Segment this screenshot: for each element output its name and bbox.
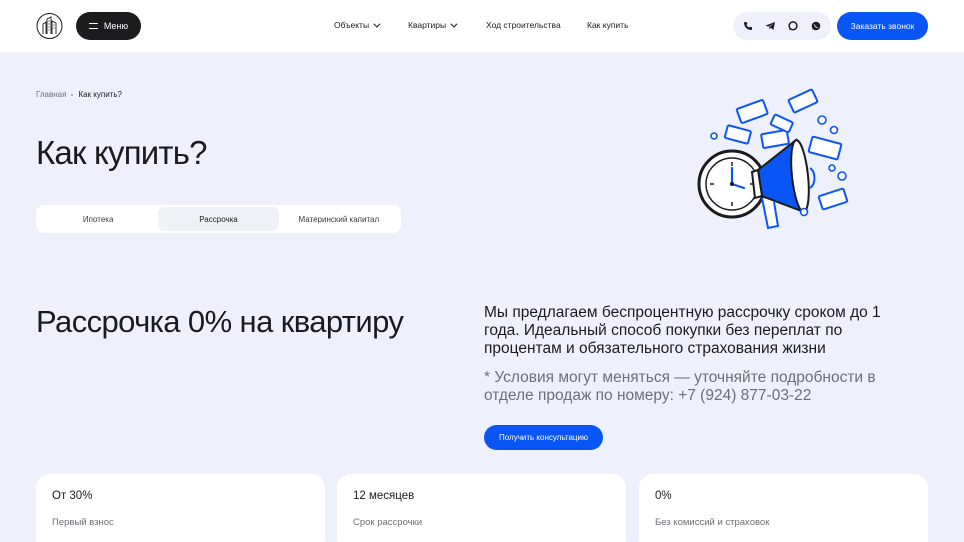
card-label: Без комиссий и страховок — [655, 517, 770, 528]
card-label: Срок рассрочки — [353, 517, 423, 528]
breadcrumb-home[interactable]: Главная — [36, 90, 66, 99]
page-title: Как купить? — [36, 134, 207, 171]
burger-icon — [88, 23, 98, 29]
section-lead: Мы предлагаем беспроцентную рассрочку ср… — [484, 304, 881, 357]
breadcrumb-current: Как купить? — [78, 90, 122, 99]
nav-how-to-buy[interactable]: Как купить — [587, 20, 629, 30]
contact-buttons — [733, 12, 831, 40]
site-header: Меню Объекты Квартиры Ход строительства … — [0, 0, 964, 52]
nav-construction-label: Ход строительства — [486, 20, 561, 30]
card-value: 12 месяцев — [353, 490, 415, 502]
menu-label: Меню — [103, 21, 129, 31]
installment-illustration — [697, 88, 849, 230]
card-value: От 30% — [52, 490, 93, 502]
info-card-down-payment: От 30% Первый взнос — [36, 474, 325, 542]
nav-objects-label: Объекты — [334, 20, 370, 30]
purchase-method-tabs: Ипотека Рассрочка Материнский капитал — [36, 205, 401, 233]
info-card-term: 12 месяцев Срок рассрочки — [337, 474, 626, 542]
nav-objects[interactable]: Объекты — [334, 20, 381, 30]
breadcrumb: Главная Как купить? — [36, 90, 122, 99]
chevron-down-icon — [450, 20, 458, 28]
menu-button[interactable]: Меню — [76, 12, 141, 40]
card-value: 0% — [655, 490, 672, 502]
chevron-down-icon — [373, 20, 381, 28]
order-call-button[interactable]: Заказать звонок — [837, 12, 928, 40]
nav-construction[interactable]: Ход строительства — [486, 20, 561, 30]
breadcrumb-separator — [71, 93, 74, 96]
card-label: Первый взнос — [52, 517, 114, 528]
nav-apartments-label: Квартиры — [408, 20, 447, 30]
tab-installment[interactable]: Рассрочка — [158, 207, 279, 231]
phone-icon[interactable] — [739, 17, 757, 35]
tab-maternity-capital[interactable]: Материнский капитал — [279, 207, 399, 231]
section-title: Рассрочка 0% на квартиру — [36, 304, 404, 339]
nav-apartments[interactable]: Квартиры — [408, 20, 458, 30]
telegram-icon[interactable] — [762, 17, 780, 35]
nav-how-to-buy-label: Как купить — [587, 20, 629, 30]
info-card-no-fees: 0% Без комиссий и страховок — [639, 474, 928, 542]
tab-mortgage[interactable]: Ипотека — [38, 207, 158, 231]
logo-icon[interactable] — [36, 12, 63, 40]
chat-icon[interactable] — [784, 17, 802, 35]
whatsapp-icon[interactable] — [807, 17, 825, 35]
conditions-note: * Условия могут меняться — уточняйте под… — [484, 369, 876, 404]
get-consultation-button[interactable]: Получить консультацию — [484, 425, 603, 450]
